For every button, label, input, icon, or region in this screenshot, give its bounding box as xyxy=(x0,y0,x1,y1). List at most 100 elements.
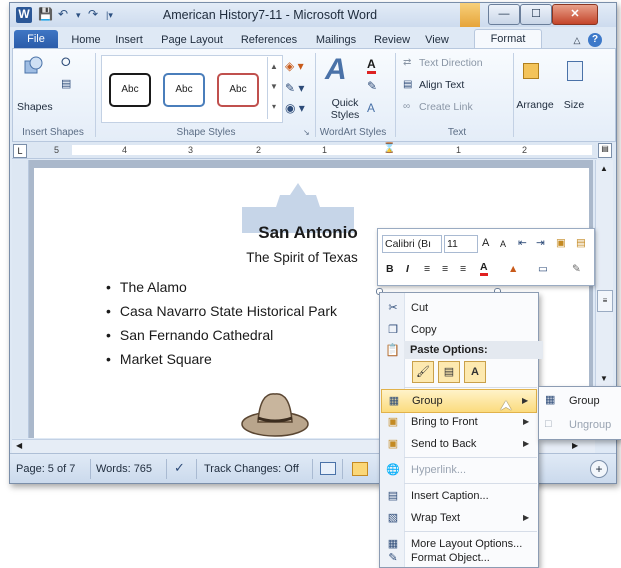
font-size-box[interactable]: 11 xyxy=(444,235,478,253)
print-layout-icon[interactable] xyxy=(352,462,368,476)
help-icon[interactable]: ? xyxy=(588,33,602,47)
wrap-text-icon: ▧ xyxy=(387,512,399,524)
menu-divider xyxy=(404,387,537,388)
decrease-indent-icon[interactable]: ⇤ xyxy=(518,237,527,249)
scroll-down-icon[interactable]: ▼ xyxy=(600,374,608,383)
text-effects-icon[interactable]: A xyxy=(367,101,375,115)
styles-icon[interactable]: ▣ xyxy=(556,237,566,249)
proofing-icon[interactable]: ✓ xyxy=(174,460,185,475)
menu-item-wrap-text[interactable]: ▧ Wrap Text ▶ xyxy=(381,507,537,529)
menu-item-group[interactable]: ▦ Group ▶ xyxy=(381,389,537,413)
align-right-icon[interactable]: ≡ xyxy=(460,263,466,275)
word-count[interactable]: Words: 765 xyxy=(96,463,152,477)
menu-label: Send to Back xyxy=(411,438,477,450)
shape-fill-icon[interactable]: ◈ ▾ xyxy=(285,59,304,73)
cowboy-hat-image[interactable] xyxy=(240,386,310,438)
grow-font-icon[interactable]: A xyxy=(482,237,489,249)
macro-icon[interactable] xyxy=(320,462,336,475)
menu-item-copy[interactable]: ❐ Copy xyxy=(381,319,537,341)
align-text-icon[interactable]: ▤ xyxy=(403,79,412,90)
shape-fill-icon[interactable]: ▲ xyxy=(508,263,518,275)
minimize-ribbon-icon[interactable]: △ xyxy=(570,31,584,49)
arrange-label[interactable]: Arrange xyxy=(513,99,557,111)
submenu-arrow-icon: ▶ xyxy=(523,513,530,522)
minimize-button[interactable]: — xyxy=(488,4,520,25)
insert-shapes-group-label: Insert Shapes xyxy=(22,127,84,138)
font-name-box[interactable]: Calibri (Bı xyxy=(382,235,442,253)
scroll-thumb[interactable]: ≡ xyxy=(597,290,613,312)
menu-item-cut[interactable]: ✂ Cut xyxy=(381,297,537,319)
format-painter-icon[interactable]: ▤ xyxy=(576,237,586,249)
shape-style-blue[interactable]: Abc xyxy=(163,73,205,107)
status-separator xyxy=(166,459,167,479)
tab-mailings[interactable]: Mailings xyxy=(308,31,364,49)
increase-indent-icon[interactable]: ⇥ xyxy=(536,237,545,249)
tab-page-layout[interactable]: Page Layout xyxy=(154,31,230,49)
font-color-icon[interactable]: A xyxy=(480,261,488,276)
size-label[interactable]: Size xyxy=(559,99,589,111)
menu-item-format-object[interactable]: ✎ Format Object... xyxy=(381,549,537,567)
scroll-up-icon[interactable]: ▲ xyxy=(600,164,608,173)
bold-icon[interactable]: B xyxy=(386,263,394,275)
drawing-tools-context-strip xyxy=(460,3,480,27)
scroll-right-icon[interactable]: ▶ xyxy=(572,441,578,450)
indent-marker-icon[interactable]: ⌛ xyxy=(383,143,395,154)
align-text-label[interactable]: Align Text xyxy=(419,79,464,91)
track-changes-status[interactable]: Track Changes: Off xyxy=(204,463,299,477)
tab-references[interactable]: References xyxy=(234,31,304,49)
ungroup-icon: □ xyxy=(545,418,552,430)
ribbon-separator xyxy=(513,53,514,137)
menu-divider xyxy=(404,483,537,484)
scroll-left-icon[interactable]: ◀ xyxy=(16,441,22,450)
create-link-label: Create Link xyxy=(419,101,473,113)
shape-outline-icon[interactable]: ✎ ▾ xyxy=(285,81,304,95)
close-button[interactable]: ✕ xyxy=(552,4,598,25)
tab-format[interactable]: Format xyxy=(474,29,542,50)
format-painter-icon[interactable]: ✎ xyxy=(572,263,581,275)
submenu-item-group[interactable]: ▦ Group xyxy=(539,389,621,413)
page-count[interactable]: Page: 5 of 7 xyxy=(16,463,75,477)
size-icon[interactable] xyxy=(567,61,583,81)
tab-insert[interactable]: Insert xyxy=(108,31,150,49)
tab-file[interactable]: File xyxy=(14,30,58,49)
text-box-icon[interactable]: ▤ xyxy=(61,77,71,90)
dialog-launcher-icon[interactable]: ↘ xyxy=(303,128,310,137)
tab-review[interactable]: Review xyxy=(370,31,414,49)
shape-style-red[interactable]: Abc xyxy=(217,73,259,107)
shape-style-black[interactable]: Abc xyxy=(109,73,151,107)
tab-view[interactable]: View xyxy=(418,31,456,49)
shape-outline-icon[interactable]: ▭ xyxy=(538,263,548,275)
align-left-icon[interactable]: ≡ xyxy=(424,263,430,275)
text-fill-icon[interactable]: A xyxy=(367,57,376,74)
zoom-in-icon[interactable]: + xyxy=(590,460,608,478)
tab-home[interactable]: Home xyxy=(66,31,106,49)
menu-label: Cut xyxy=(411,302,429,314)
paste-keep-source-icon[interactable]: 🖌 xyxy=(412,361,434,383)
shapes-label[interactable]: Shapes xyxy=(17,101,53,113)
tab-selector-icon[interactable]: L xyxy=(13,144,27,158)
shape-effects-icon[interactable]: ◉ ▾ xyxy=(285,101,305,115)
shapes-icon[interactable] xyxy=(23,55,45,77)
text-outline-icon[interactable]: ✎ xyxy=(367,79,377,93)
quick-styles-icon[interactable]: A xyxy=(325,53,347,87)
quick-styles-label[interactable]: Quick Styles xyxy=(325,97,365,121)
paste-picture-icon[interactable]: ▤ xyxy=(438,361,460,383)
menu-item-send-to-back[interactable]: ▣ Send to Back ▶ xyxy=(381,433,537,455)
view-ruler-icon[interactable]: ▤ xyxy=(598,143,612,158)
paste-text-only-icon[interactable]: A xyxy=(464,361,486,383)
edit-shape-icon[interactable]: ⭘ xyxy=(61,55,71,70)
align-center-icon[interactable]: ≡ xyxy=(442,263,448,275)
send-to-back-icon: ▣ xyxy=(387,438,399,450)
arrange-icon[interactable] xyxy=(523,63,539,79)
shrink-font-icon[interactable]: A xyxy=(500,239,506,249)
gallery-scroll[interactable]: ▲ ▼ ▾ xyxy=(267,57,280,119)
mini-toolbar: Calibri (Bı 11 A A ⇤ ⇥ ▣ ▤ B I ≡ ≡ ≡ A ▲… xyxy=(377,228,595,286)
menu-item-insert-caption[interactable]: ▤ Insert Caption... xyxy=(381,485,537,507)
bring-to-front-icon: ▣ xyxy=(387,416,399,428)
italic-icon[interactable]: I xyxy=(406,263,409,275)
vertical-ruler[interactable] xyxy=(12,160,29,438)
menu-item-bring-to-front[interactable]: ▣ Bring to Front ▶ xyxy=(381,411,537,433)
title-bar: W 💾 ↶ ▾ ↷ |▾ American History7-11 - Micr… xyxy=(10,3,616,27)
menu-label: Wrap Text xyxy=(411,512,461,524)
maximize-button[interactable]: ☐ xyxy=(520,4,552,25)
